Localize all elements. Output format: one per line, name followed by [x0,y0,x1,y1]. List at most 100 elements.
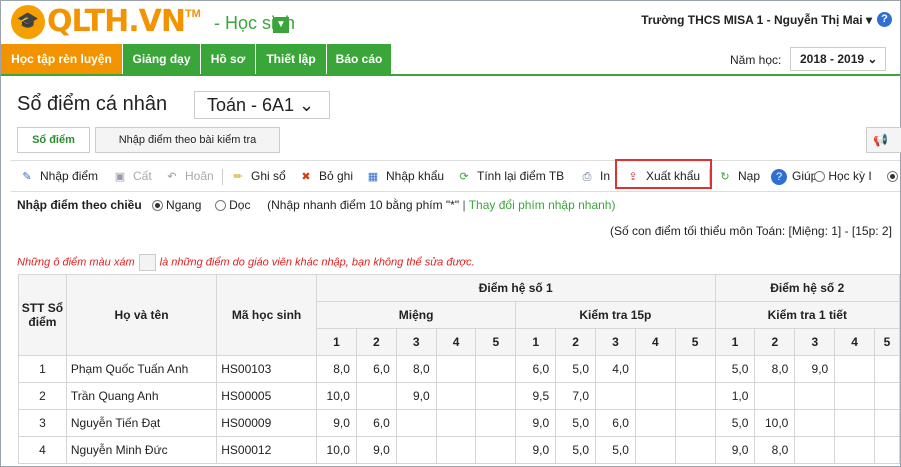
undo-icon: ↶ [167,170,177,183]
score-cell[interactable]: 6,0 [355,409,397,437]
score-cell[interactable] [475,409,517,437]
score-cell[interactable]: 9,0 [794,355,836,383]
score-cell[interactable] [435,382,477,410]
score-cell[interactable] [634,355,676,383]
score-cell[interactable]: 8,0 [754,436,796,464]
score-cell[interactable]: 5,0 [555,409,597,437]
stt-cell: 1 [18,355,67,383]
score-cell[interactable] [874,409,900,437]
score-cell[interactable]: 9,0 [315,409,357,437]
nav-bao-cao[interactable]: Báo cáo [327,44,391,74]
nav-ho-so[interactable]: Hồ sơ [201,44,255,74]
change-quick-key-link[interactable]: Thay đổi phím nhập nhanh) [469,198,616,212]
score-cell[interactable] [475,355,517,383]
score-cell[interactable] [435,355,477,383]
refresh-icon: ⟳ [459,170,469,183]
hoan-button[interactable]: ↶ Hoãn [164,161,213,191]
tab-so-diem[interactable]: Sổ điểm [17,127,90,153]
school-user-menu[interactable]: Trường THCS MISA 1 - Nguyễn Thị Mai ▾ [641,13,872,27]
score-cell[interactable]: 9,0 [515,409,557,437]
school-year-select[interactable]: 2018 - 2019 ⌄ [790,47,886,71]
score-cell[interactable]: 4,0 [595,355,636,383]
ghi-so-button[interactable]: ✏ Ghi sổ [230,161,285,191]
help-icon[interactable]: ? [877,12,892,27]
coef2-header: Điểm hệ số 2 [714,274,901,302]
score-cell[interactable]: 9,5 [515,382,557,410]
bo-ghi-button[interactable]: ✖ Bỏ ghi [298,161,353,191]
logo[interactable]: 🎓 QLTH.VN TM [11,4,201,39]
tinh-lai-button[interactable]: ⟳ Tính lại điểm TB [456,161,564,191]
score-cell[interactable]: 6,0 [595,409,636,437]
score-cell[interactable]: 9,0 [515,436,557,464]
min-scores-info: (Số con điểm tối thiểu môn Toán: [Miệng:… [610,224,892,238]
hoc-ky-ii-option[interactable] [887,161,898,191]
score-cell[interactable] [475,436,517,464]
score-cell[interactable]: 5,0 [714,355,756,383]
score-cell[interactable]: 6,0 [355,355,397,383]
role-dropdown-icon[interactable]: ▼ [273,17,289,33]
score-cell[interactable] [634,409,676,437]
score-cell[interactable] [674,355,716,383]
school-year-label: Năm học: [730,53,782,67]
score-cell[interactable] [794,382,836,410]
score-cell[interactable] [475,382,517,410]
score-cell[interactable] [874,436,900,464]
in-button[interactable]: ⎙ In [579,161,610,191]
quick-input-hint: (Nhập nhanh điểm 10 bằng phím "*" [267,198,460,212]
score-cell[interactable] [395,409,437,437]
score-cell[interactable] [834,409,876,437]
nhap-khau-button[interactable]: ▦ Nhập khẩu [365,161,444,191]
nav-giang-day[interactable]: Giảng dạy [123,44,200,74]
score-cell[interactable] [634,436,676,464]
doc-radio[interactable] [214,200,226,212]
nav-thiet-lap[interactable]: Thiết lập [256,44,326,74]
tab-nhap-diem-bai-kiem-tra[interactable]: Nhập điểm theo bài kiểm tra [95,127,280,153]
ngang-radio[interactable] [151,200,163,212]
score-cell[interactable] [794,436,836,464]
score-cell[interactable] [395,436,437,464]
giup-button[interactable]: ? Giúp [771,161,817,191]
score-cell[interactable] [595,382,636,410]
score-cell[interactable] [834,355,876,383]
score-cell[interactable]: 8,0 [315,355,357,383]
score-cell[interactable]: 9,0 [395,382,437,410]
score-cell[interactable] [674,436,716,464]
score-cell[interactable] [355,382,397,410]
score-cell[interactable] [674,409,716,437]
score-cell[interactable]: 5,0 [555,436,597,464]
score-cell[interactable] [674,382,716,410]
score-cell[interactable]: 8,0 [395,355,437,383]
score-cell[interactable]: 9,0 [714,436,756,464]
score-cell[interactable] [834,436,876,464]
announcement-button[interactable]: 📢 [866,127,901,153]
nap-label: Nạp [738,169,761,183]
score-cell[interactable] [874,382,900,410]
score-cell[interactable]: 10,0 [754,409,796,437]
score-cell[interactable] [754,382,796,410]
score-cell[interactable]: 6,0 [515,355,557,383]
score-cell[interactable]: 5,0 [555,355,597,383]
score-cell[interactable] [874,355,900,383]
score-cell[interactable] [794,409,836,437]
hoc-ky-ii-radio[interactable] [887,171,898,183]
subject-select[interactable]: Toán - 6A1 ⌄ [194,91,330,119]
score-cell[interactable]: 5,0 [595,436,636,464]
score-cell[interactable]: 9,0 [355,436,397,464]
score-cell[interactable]: 5,0 [714,409,756,437]
score-cell[interactable]: 10,0 [315,382,357,410]
score-cell[interactable] [634,382,676,410]
score-cell[interactable]: 10,0 [315,436,357,464]
score-cell[interactable]: 1,0 [714,382,756,410]
score-cell[interactable] [435,436,477,464]
cat-button[interactable]: ▣ Cất [112,161,152,191]
hoc-ky-option[interactable]: Học kỳ I [814,161,872,191]
nav-hoc-tap[interactable]: Học tập rèn luyện [1,44,122,74]
score-cell[interactable] [435,409,477,437]
score-cell[interactable]: 7,0 [555,382,597,410]
score-cell[interactable] [834,382,876,410]
kt15p-header: Kiểm tra 15p [515,301,716,329]
nhap-diem-button[interactable]: ✎ Nhập điểm [19,161,98,191]
nap-button[interactable]: ↻ Nạp [717,161,760,191]
hoc-ky-radio[interactable] [814,171,825,183]
score-cell[interactable]: 8,0 [754,355,796,383]
